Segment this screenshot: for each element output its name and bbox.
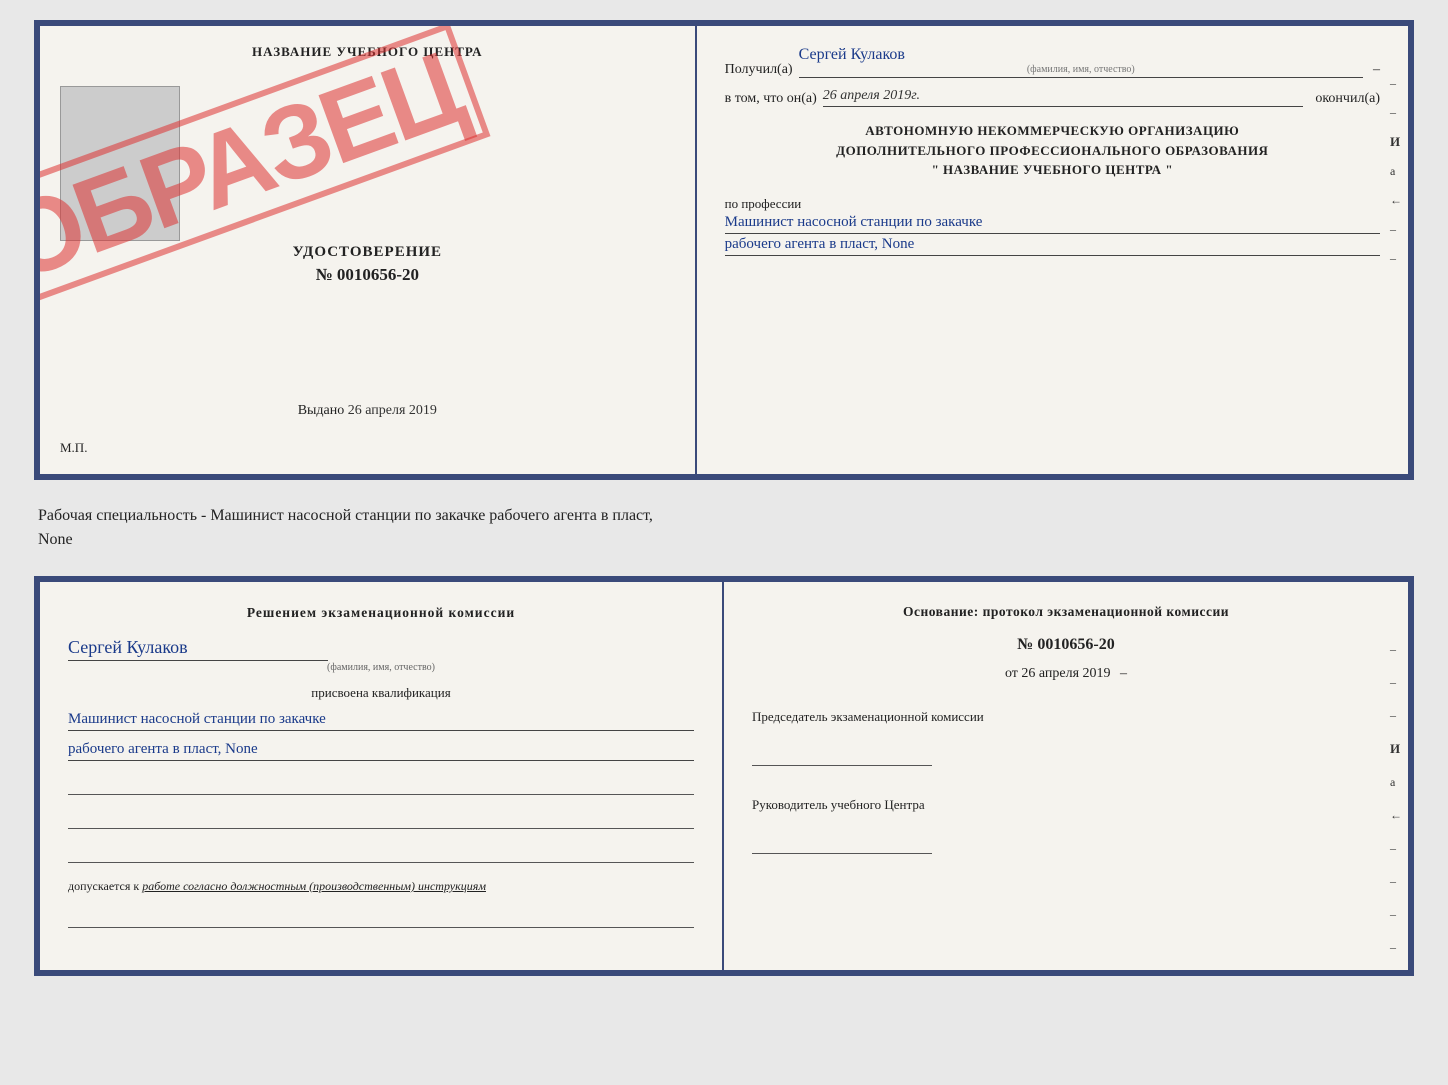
bottom-ot-label: от [1005, 666, 1018, 681]
cert-vtom-line: в том, что он(а) 26 апреля 2019г. окончи… [725, 88, 1380, 107]
bottom-prisvoena: присвоена квалификация [68, 685, 694, 701]
bottom-name-block: Сергей Кулаков (фамилия, имя, отчество) [68, 637, 694, 673]
bottom-name-value: Сергей Кулаков [68, 637, 328, 661]
bottom-profession-line1: Машинист насосной станции по закачке [68, 711, 694, 731]
cert-right-dashes: – – И а ← – – [1390, 76, 1402, 266]
bottom-osnovanie-label: Основание: протокол экзаменационной коми… [752, 604, 1380, 620]
bottom-date-value: 26 апреля 2019 [1021, 666, 1110, 681]
bottom-допускается-block: допускается к работе согласно должностны… [68, 879, 694, 894]
cert-udost-title: УДОСТОВЕРЕНИЕ [293, 244, 443, 261]
bottom-left-panel: Решением экзаменационной комиссии Сергей… [40, 582, 724, 970]
bottom-dash-date: – [1120, 666, 1127, 681]
cert-profession-line2: рабочего агента в пласт, None [725, 236, 1380, 256]
cert-poluchil-name: Сергей Кулаков [799, 46, 905, 63]
cert-udost-block: УДОСТОВЕРЕНИЕ № 0010656-20 [293, 244, 443, 285]
bottom-date: от 26 апреля 2019 – [752, 666, 1380, 682]
bottom-rukovoditel-line [752, 834, 932, 854]
cert-left-panel: НАЗВАНИЕ УЧЕБНОГО ЦЕНТРА ОБРАЗЕЦ УДОСТОВ… [40, 26, 697, 474]
certificate-top: НАЗВАНИЕ УЧЕБНОГО ЦЕНТРА ОБРАЗЕЦ УДОСТОВ… [34, 20, 1414, 480]
bottom-right-dashes: – – – И а ← – – – – [1390, 642, 1402, 955]
cert-udost-number: № 0010656-20 [293, 265, 443, 285]
bottom-blank-line2 [68, 809, 694, 829]
bottom-right-panel: Основание: протокол экзаменационной коми… [724, 582, 1408, 970]
cert-vydano: Выдано 26 апреля 2019 [298, 403, 437, 419]
cert-photo-area [60, 86, 180, 241]
cert-poluchil-line: Получил(a) Сергей Кулаков (фамилия, имя,… [725, 46, 1380, 78]
specialty-text-main: Рабочая специальность - Машинист насосно… [38, 507, 653, 524]
bottom-blank-line3 [68, 843, 694, 863]
certificate-bottom: Решением экзаменационной комиссии Сергей… [34, 576, 1414, 976]
bottom-number: № 0010656-20 [752, 636, 1380, 654]
cert-org-line3: " НАЗВАНИЕ УЧЕБНОГО ЦЕНТРА " [725, 160, 1380, 180]
bottom-допускается-label: допускается к [68, 879, 139, 893]
bottom-допускается-value: работе согласно должностным (производств… [142, 879, 486, 893]
bottom-profession-line2: рабочего агента в пласт, None [68, 741, 694, 761]
bottom-name-hint: (фамилия, имя, отчество) [68, 662, 694, 673]
bottom-heading: Решением экзаменационной комиссии [68, 604, 694, 623]
cert-okonchil-label: окончил(а) [1315, 91, 1380, 107]
cert-org-block: АВТОНОМНУЮ НЕКОММЕРЧЕСКУЮ ОРГАНИЗАЦИЮ ДО… [725, 121, 1380, 180]
cert-vydano-label: Выдано [298, 403, 345, 418]
cert-org-line1: АВТОНОМНУЮ НЕКОММЕРЧЕСКУЮ ОРГАНИЗАЦИЮ [725, 121, 1380, 141]
cert-vtom-label: в том, что он(а) [725, 91, 817, 107]
bottom-rukovoditel-label: Руководитель учебного Центра [752, 796, 1380, 814]
cert-vydano-date: 26 апреля 2019 [348, 403, 437, 418]
cert-org-line2: ДОПОЛНИТЕЛЬНОГО ПРОФЕССИОНАЛЬНОГО ОБРАЗО… [725, 141, 1380, 161]
cert-right-panel: Получил(a) Сергей Кулаков (фамилия, имя,… [697, 26, 1408, 474]
bottom-blank-line4 [68, 908, 694, 928]
cert-profession-line1: Машинист насосной станции по закачке [725, 214, 1380, 234]
cert-poluchil-value: Сергей Кулаков (фамилия, имя, отчество) [799, 46, 1363, 78]
cert-vtom-value: 26 апреля 2019г. [823, 88, 1304, 107]
specialty-text-none: None [38, 531, 73, 548]
bottom-predsedatel-label: Председатель экзаменационной комиссии [752, 708, 1380, 726]
bottom-predsedatel-line [752, 746, 932, 766]
cert-poluchil-hint: (фамилия, имя, отчество) [799, 64, 1363, 75]
cert-po-professii: по профессии [725, 196, 1380, 212]
cert-dash1: – [1373, 62, 1380, 78]
cert-mp: М.П. [60, 440, 87, 456]
cert-poluchil-label: Получил(a) [725, 62, 793, 78]
specialty-text-block: Рабочая специальность - Машинист насосно… [34, 498, 1414, 558]
cert-left-title: НАЗВАНИЕ УЧЕБНОГО ЦЕНТРА [252, 44, 483, 60]
bottom-blank-line1 [68, 775, 694, 795]
